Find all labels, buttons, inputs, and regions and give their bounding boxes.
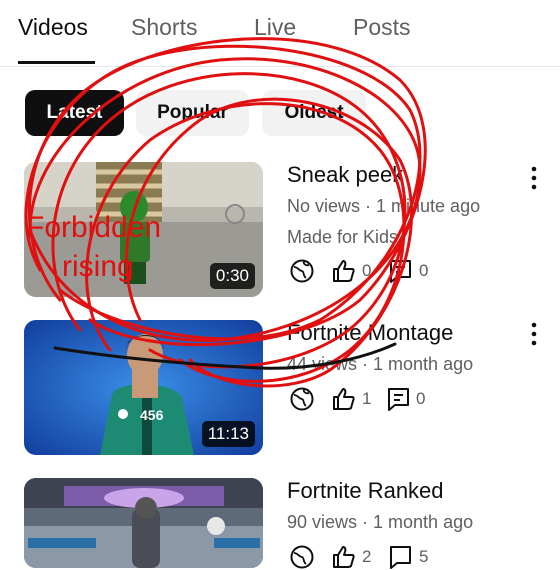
like-icon: [333, 546, 355, 568]
filter-latest-chip[interactable]: Latest: [25, 90, 124, 136]
comment-icon: [390, 260, 411, 283]
duration-badge: 0:30: [209, 263, 255, 289]
video-meta: 90 views · 1 month ago: [287, 512, 474, 532]
comment-icon: [388, 388, 409, 411]
tab-posts[interactable]: Posts: [353, 14, 411, 41]
like-count: 1: [362, 389, 372, 408]
like-count: 0: [362, 261, 372, 280]
video-title-fortnite-ranked[interactable]: Fortnite Ranked: [287, 478, 444, 504]
thumbnail-image: [24, 478, 263, 568]
active-tab-indicator: [18, 61, 95, 64]
comment-icon: [390, 546, 411, 569]
duration-badge: 11:13: [201, 421, 255, 447]
video-meta: No views · 1 minute ago: [287, 196, 481, 216]
globe-icon: [290, 259, 314, 283]
globe-icon: [290, 545, 314, 569]
more-options-icon[interactable]: [524, 320, 544, 348]
tab-live[interactable]: Live: [254, 14, 296, 41]
video-thumbnail-sneak-peek[interactable]: Forbidden rising 0:30: [24, 162, 263, 297]
like-count: 2: [362, 547, 372, 566]
channel-tabs: Videos Shorts Live Posts: [0, 0, 560, 67]
video-thumbnail-fortnite-montage[interactable]: 456 11:13: [24, 320, 263, 455]
filter-popular-chip[interactable]: Popular: [136, 90, 249, 136]
video-title-sneak-peek[interactable]: Sneak peek: [287, 162, 403, 188]
more-options-icon[interactable]: [524, 164, 544, 192]
video-meta: 44 views · 1 month ago: [287, 354, 474, 374]
like-icon: [333, 388, 355, 410]
jersey-number: 456: [140, 407, 164, 423]
thumb-caption-2: rising: [62, 250, 134, 283]
like-icon: [333, 260, 355, 282]
comment-count: 0: [419, 261, 429, 280]
tab-shorts[interactable]: Shorts: [131, 14, 197, 41]
filter-oldest-chip[interactable]: Oldest: [262, 90, 366, 136]
video-title-fortnite-montage[interactable]: Fortnite Montage: [287, 320, 453, 346]
made-for-kids-label: Made for Kids: [287, 227, 399, 247]
globe-icon: [290, 387, 314, 411]
video-thumbnail-fortnite-ranked[interactable]: [24, 478, 263, 568]
thumb-caption-1: Forbidden: [26, 211, 161, 244]
comment-count: 5: [419, 547, 429, 566]
comment-count: 0: [416, 389, 426, 408]
tab-videos[interactable]: Videos: [18, 14, 88, 41]
